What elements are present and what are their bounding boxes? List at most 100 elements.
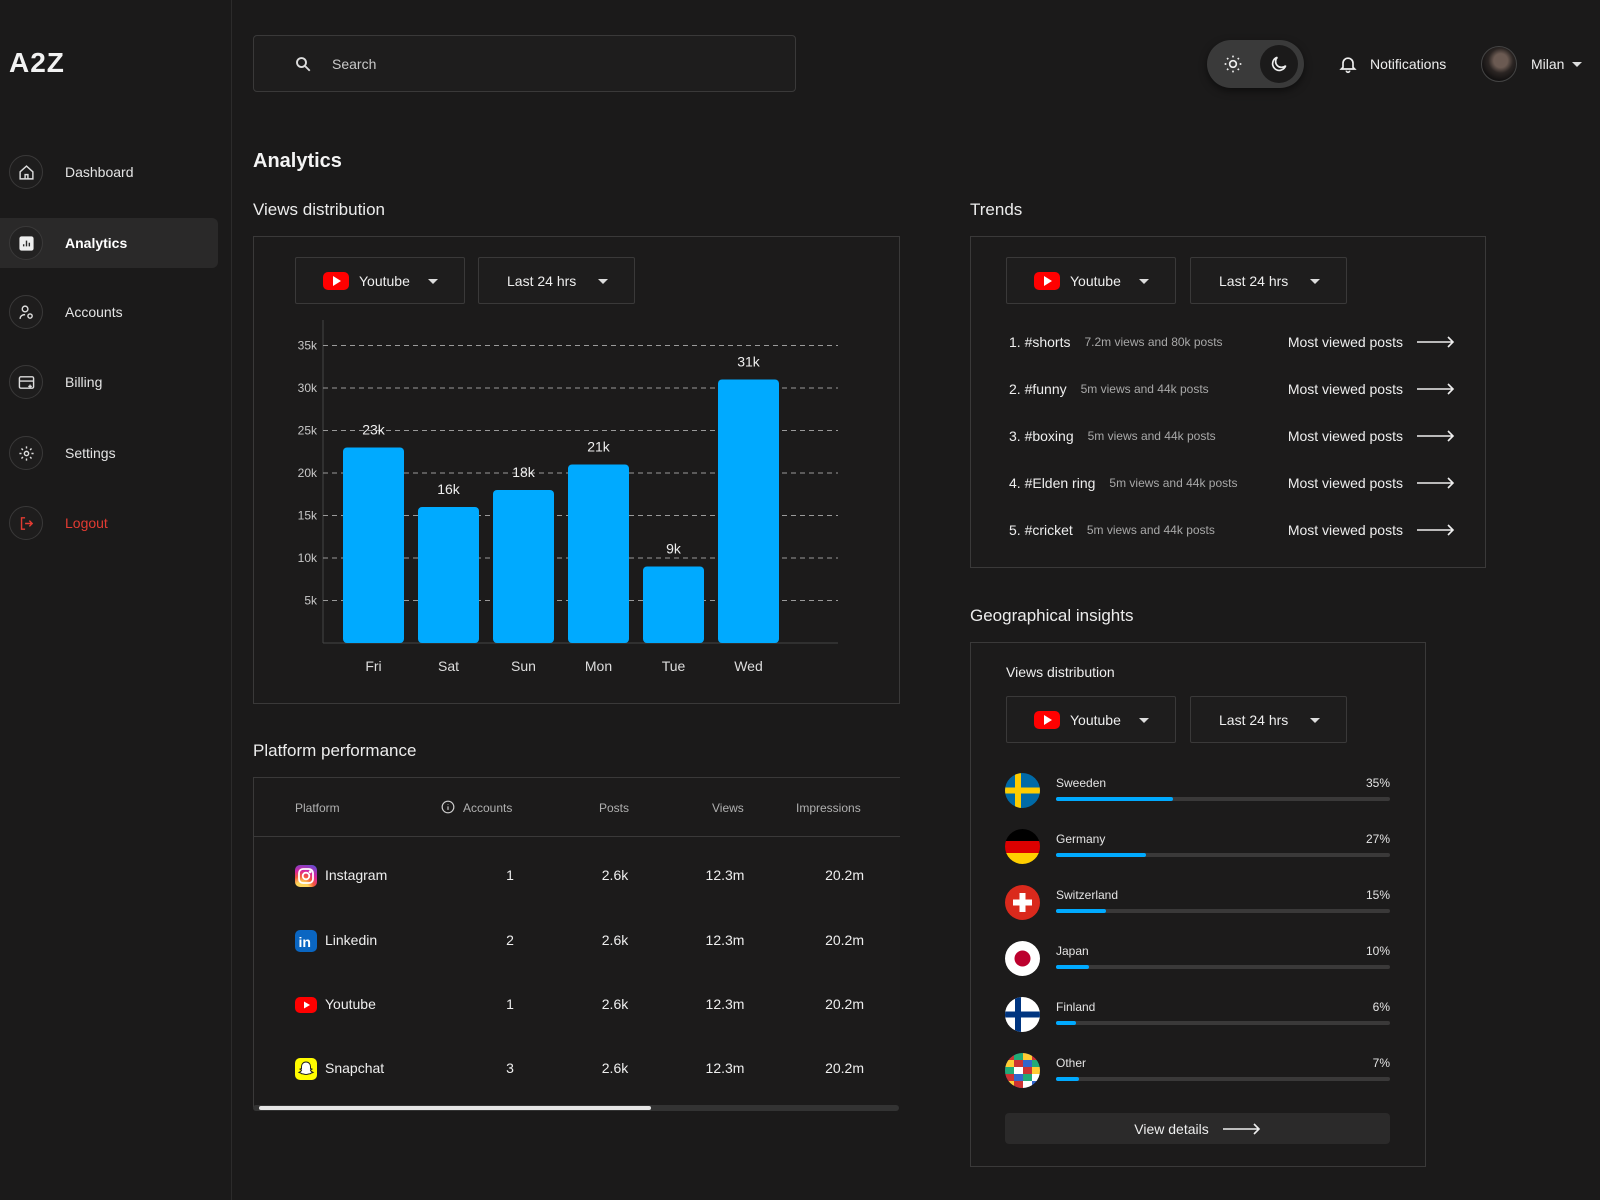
trend-row: 3. #boxing 5m views and 44k posts Most vie…: [1009, 424, 1455, 448]
trend-link-label: Most viewed posts: [1287, 381, 1403, 397]
y-tick-label: 25k: [298, 424, 318, 438]
chevron-down-icon: [598, 279, 608, 284]
trend-tag: 2. #funny: [1009, 381, 1067, 397]
range-select-label: Last 24 hrs: [1219, 711, 1289, 728]
trends-platform-select[interactable]: Youtube: [1006, 257, 1176, 304]
most-viewed-posts-link[interactable]: Most viewed posts: [1288, 522, 1455, 538]
platform-select[interactable]: Youtube: [295, 257, 465, 304]
search-box[interactable]: [253, 35, 796, 92]
sidebar-item-label: Accounts: [65, 304, 123, 320]
trend-tag: 1. #shorts: [1009, 334, 1071, 350]
search-input[interactable]: [332, 50, 752, 78]
geo-row: Finland 6%: [1005, 997, 1390, 1037]
views-cell: 12.3m: [705, 1060, 745, 1076]
geo-row: Sweeden 35%: [1005, 773, 1390, 813]
y-tick-label: 30k: [298, 381, 318, 395]
info-icon[interactable]: [441, 800, 455, 814]
y-tick-label: 20k: [298, 466, 318, 480]
country-percent: 15%: [1365, 888, 1390, 902]
impressions-cell: 20.2m: [825, 867, 864, 883]
geo-platform-select[interactable]: Youtube: [1006, 696, 1176, 743]
trend-meta: 5m views and 44k posts: [1087, 429, 1216, 443]
progress-fill: [1056, 797, 1173, 801]
bar: [343, 447, 404, 643]
trend-row: 1. #shorts 7.2m views and 80k posts Most v…: [1009, 330, 1455, 354]
trends-range-select[interactable]: Last 24 hrs: [1190, 257, 1347, 304]
trend-row: 5. #cricket 5m views and 44k posts Most vi…: [1009, 518, 1455, 542]
sidebar-item-label: Billing: [65, 374, 103, 390]
linkedin-icon: in: [295, 930, 317, 952]
bar: [418, 507, 479, 643]
table-scrollbar[interactable]: [253, 1105, 899, 1111]
page-title: Analytics: [253, 150, 342, 172]
country-name: Japan: [1056, 944, 1089, 958]
accounts-cell: 1: [506, 867, 514, 883]
platform-name: Youtube: [325, 996, 376, 1012]
trend-meta: 5m views and 44k posts: [1086, 523, 1215, 537]
youtube-icon: [1034, 271, 1060, 290]
sweden-flag: [1005, 773, 1040, 808]
col-header-accounts: Accounts: [463, 801, 513, 815]
scrollbar-thumb[interactable]: [259, 1106, 651, 1110]
chevron-down-icon: [1139, 718, 1149, 723]
sidebar-item-analytics[interactable]: Analytics: [0, 218, 218, 268]
gear-icon: [9, 436, 43, 470]
trend-link-label: Most viewed posts: [1287, 522, 1403, 538]
youtube-icon: [1034, 710, 1060, 729]
bar-data-label: 21k: [587, 439, 611, 455]
arrow-right-icon: [1417, 336, 1455, 348]
moon-icon[interactable]: [1260, 45, 1298, 83]
geo-subtitle: Views distribution: [1006, 664, 1115, 680]
progress-track: [1056, 909, 1390, 913]
theme-toggle[interactable]: [1207, 40, 1304, 88]
most-viewed-posts-link[interactable]: Most viewed posts: [1288, 381, 1455, 397]
youtube-icon: [295, 997, 317, 1013]
country-percent: 10%: [1365, 944, 1390, 958]
arrow-right-icon: [1417, 477, 1455, 489]
progress-track: [1056, 797, 1390, 801]
most-viewed-posts-link[interactable]: Most viewed posts: [1288, 334, 1455, 350]
platform-performance-title: Platform performance: [253, 741, 417, 760]
snapchat-icon: [295, 1058, 317, 1080]
col-header-impressions: Impressions: [796, 801, 861, 815]
impressions-cell: 20.2m: [825, 996, 864, 1012]
user-menu[interactable]: Milan: [1481, 45, 1583, 83]
platform-name: Linkedin: [325, 932, 378, 948]
x-tick-label: Tue: [662, 658, 686, 674]
views-cell: 12.3m: [705, 996, 745, 1012]
app-logo: A2Z: [9, 47, 65, 78]
view-details-button[interactable]: View details: [1005, 1113, 1390, 1144]
notifications-button[interactable]: Notifications: [1338, 51, 1446, 77]
posts-cell: 2.6k: [601, 1060, 629, 1076]
notifications-label: Notifications: [1370, 56, 1447, 72]
country-name: Germany: [1056, 832, 1106, 846]
sidebar-item-settings[interactable]: Settings: [0, 428, 218, 478]
sidebar-item-billing[interactable]: Billing: [0, 357, 218, 407]
sidebar-item-logout[interactable]: Logout: [0, 498, 218, 548]
col-header-views: Views: [712, 801, 744, 815]
trend-meta: 5m views and 44k posts: [1109, 476, 1238, 490]
geo-range-select[interactable]: Last 24 hrs: [1190, 696, 1347, 743]
col-header-posts: Posts: [599, 801, 630, 815]
progress-fill: [1056, 1077, 1080, 1081]
range-select[interactable]: Last 24 hrs: [478, 257, 635, 304]
bar: [568, 464, 629, 643]
trend-link-label: Most viewed posts: [1287, 334, 1403, 350]
country-percent: 35%: [1365, 776, 1390, 790]
sidebar: A2Z Dashboard Analytics Accounts Billing…: [0, 0, 232, 1200]
arrow-right-icon: [1417, 383, 1455, 395]
country-percent: 7%: [1372, 1056, 1390, 1070]
trend-row: 2. #funny 5m views and 44k posts Most view…: [1009, 377, 1455, 401]
sidebar-item-dashboard[interactable]: Dashboard: [0, 147, 218, 197]
views-cell: 12.3m: [705, 867, 745, 883]
trend-meta: 7.2m views and 80k posts: [1084, 335, 1223, 349]
most-viewed-posts-link[interactable]: Most viewed posts: [1288, 475, 1455, 491]
bell-icon: [1339, 57, 1357, 74]
bar: [493, 490, 554, 643]
japan-flag: [1005, 941, 1040, 976]
most-viewed-posts-link[interactable]: Most viewed posts: [1288, 428, 1455, 444]
trend-meta: 5m views and 44k posts: [1080, 382, 1209, 396]
progress-fill: [1056, 909, 1107, 913]
sidebar-item-accounts[interactable]: Accounts: [0, 287, 218, 337]
sun-icon[interactable]: [1214, 45, 1252, 83]
